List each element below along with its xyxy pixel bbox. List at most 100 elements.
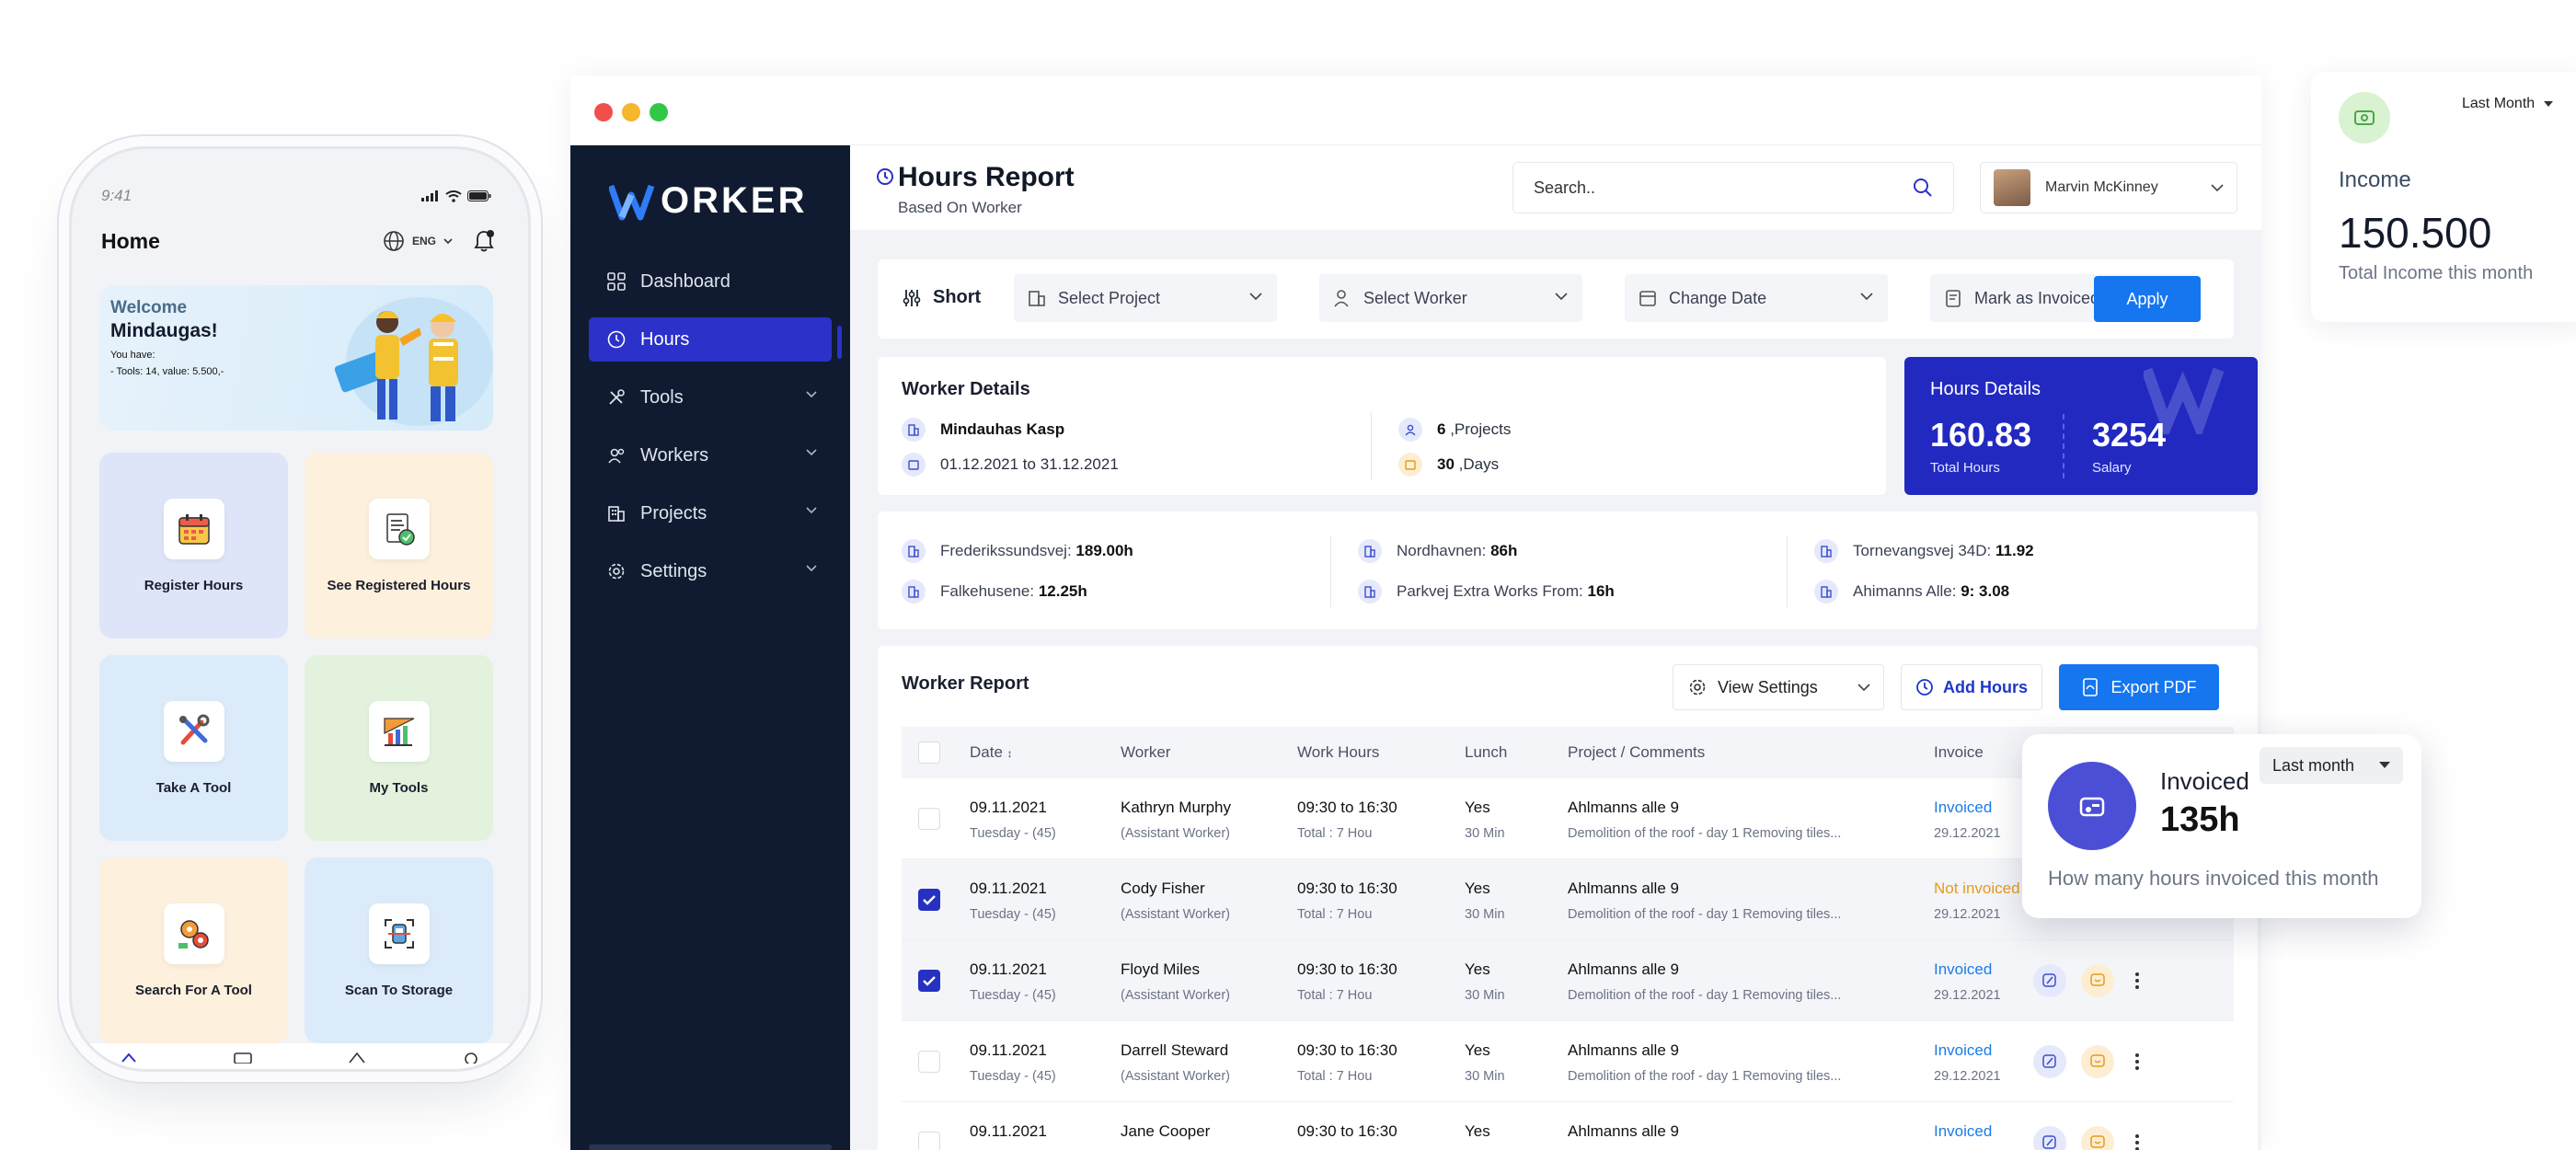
- project-name: Nordhavnen:: [1397, 542, 1487, 559]
- window-titlebar: [570, 75, 2261, 145]
- tile-scan-to-storage[interactable]: Scan To Storage: [305, 857, 493, 1043]
- more-options-icon[interactable]: [2134, 972, 2140, 990]
- building-icon: [1358, 539, 1382, 563]
- search-nav-icon[interactable]: [461, 1051, 481, 1064]
- search-input[interactable]: Search..: [1512, 162, 1954, 213]
- sidebar-item-projects[interactable]: Projects: [589, 491, 832, 535]
- row-checkbox[interactable]: [918, 1132, 940, 1150]
- search-icon[interactable]: [1913, 178, 1933, 198]
- row-worker: Kathryn Murphy: [1121, 799, 1231, 816]
- total-hours-value: 160.83: [1930, 416, 2032, 454]
- row-total-hours: Total : 7 Hou: [1297, 988, 1373, 1003]
- building-icon: [902, 580, 926, 604]
- chevron-down-icon: [443, 237, 453, 244]
- days-label: ,Days: [1458, 455, 1500, 473]
- sidebar-item-hours[interactable]: Hours: [589, 317, 832, 362]
- tile-register-hours[interactable]: Register Hours: [99, 453, 288, 638]
- edit-button[interactable]: [2033, 1126, 2066, 1150]
- building-icon: [1814, 539, 1838, 563]
- comment-icon: [2090, 973, 2105, 986]
- invoiced-range-dropdown[interactable]: Last month: [2260, 747, 2403, 784]
- comment-icon: [2090, 1054, 2105, 1067]
- worker-logo: ORKER: [609, 180, 807, 222]
- row-lunch: Yes: [1465, 960, 1490, 978]
- row-day: Tuesday - (45): [970, 907, 1056, 922]
- calendar-icon: [1639, 291, 1656, 306]
- project-hours-item: Parkvej Extra Works From: 16h: [1358, 580, 1615, 604]
- filter-bar: Short Select Project Select Worker Chang…: [878, 259, 2234, 339]
- select-project-label: Select Project: [1058, 288, 1161, 307]
- row-checkbox[interactable]: [918, 889, 940, 911]
- language-selector[interactable]: ENG: [383, 230, 453, 252]
- sidebar-item-dashboard[interactable]: Dashboard: [589, 259, 832, 304]
- select-project-dropdown[interactable]: Select Project: [1014, 274, 1277, 322]
- row-checkbox[interactable]: [918, 970, 940, 992]
- tile-take-a-tool[interactable]: Take A Tool: [99, 655, 288, 841]
- grid-icon: [607, 272, 626, 291]
- sidebar-item-tools[interactable]: Tools: [589, 375, 832, 420]
- sidebar-scrollbar[interactable]: [589, 1144, 832, 1150]
- phone-tile-grid: Register Hours See Registered Hours Take…: [99, 453, 493, 1043]
- chevron-down-icon: [806, 449, 817, 456]
- view-settings-dropdown[interactable]: View Settings: [1673, 664, 1884, 710]
- row-checkbox[interactable]: [918, 1051, 940, 1073]
- avatar: [1994, 169, 2030, 206]
- page-subtitle: Based On Worker: [898, 199, 1022, 216]
- maximize-window-button[interactable]: [650, 103, 668, 121]
- apply-button[interactable]: Apply: [2094, 276, 2201, 322]
- row-checkbox[interactable]: [918, 808, 940, 830]
- building-icon: [1358, 580, 1382, 604]
- home-icon[interactable]: [119, 1051, 139, 1064]
- user-menu[interactable]: Marvin McKinney: [1980, 162, 2237, 213]
- row-invoice-status: Invoiced: [1934, 1041, 1993, 1059]
- close-window-button[interactable]: [594, 103, 613, 121]
- divider: [1371, 412, 1372, 480]
- column-header-worker: Worker: [1121, 743, 1171, 761]
- edit-button[interactable]: [2033, 1045, 2066, 1078]
- row-lunch: Yes: [1465, 799, 1490, 816]
- column-header-date[interactable]: Date ↕: [970, 743, 1013, 762]
- phone-page-title: Home: [101, 228, 160, 253]
- more-options-icon[interactable]: [2134, 1133, 2140, 1150]
- edit-icon: [2042, 973, 2056, 987]
- project-hours-value: 86h: [1490, 542, 1518, 559]
- project-hours-value: 9: 3.08: [1961, 582, 2010, 600]
- sidebar-item-workers[interactable]: Workers: [589, 433, 832, 477]
- select-worker-dropdown[interactable]: Select Worker: [1319, 274, 1582, 322]
- tile-search-for-a-tool[interactable]: Search For A Tool: [99, 857, 288, 1043]
- add-hours-button[interactable]: Add Hours: [1901, 664, 2042, 710]
- table-row[interactable]: 09.11.2021 Tuesday - (45) Darrell Steward (…: [902, 1021, 2234, 1102]
- comment-button[interactable]: [2081, 964, 2114, 997]
- change-date-dropdown[interactable]: Change Date: [1625, 274, 1888, 322]
- export-pdf-button[interactable]: Export PDF: [2059, 664, 2219, 710]
- globe-icon: [384, 231, 404, 251]
- user-icon: [1398, 418, 1422, 442]
- divider: [1330, 535, 1331, 607]
- more-options-icon[interactable]: [2134, 1052, 2140, 1071]
- project-name: Ahimanns Alle:: [1853, 582, 1957, 600]
- active-indicator: [837, 326, 842, 359]
- notification-button[interactable]: [473, 229, 495, 253]
- invoiced-range-label: Last month: [2272, 755, 2355, 775]
- worker-details-title: Worker Details: [902, 379, 1030, 399]
- building-icon: [608, 506, 625, 522]
- tile-my-tools[interactable]: My Tools: [305, 655, 493, 841]
- sort-label[interactable]: Short: [902, 287, 981, 308]
- row-work-hours: 09:30 to 16:30: [1297, 1122, 1397, 1140]
- minimize-window-button[interactable]: [622, 103, 640, 121]
- project-hours-item: Frederikssundsvej: 189.00h: [902, 539, 1133, 563]
- edit-button[interactable]: [2033, 964, 2066, 997]
- row-comment: Demolition of the roof - day 1 Removing …: [1568, 988, 1842, 1003]
- comment-button[interactable]: [2081, 1045, 2114, 1078]
- worker-name-row: Mindauhas Kasp: [902, 418, 1064, 442]
- calendar-nav-icon[interactable]: [233, 1051, 253, 1064]
- tile-see-registered-hours[interactable]: See Registered Hours: [305, 453, 493, 638]
- comment-button[interactable]: [2081, 1126, 2114, 1150]
- row-lunch-minutes: 30 Min: [1465, 826, 1505, 841]
- tools-nav-icon[interactable]: [347, 1051, 367, 1064]
- sidebar-item-settings[interactable]: Settings: [589, 549, 832, 593]
- income-range-dropdown[interactable]: Last Month: [2462, 96, 2554, 112]
- table-row[interactable]: 09.11.2021 Jane Cooper 09:30 to 16:30 Yes Ah…: [902, 1102, 2234, 1150]
- table-row[interactable]: 09.11.2021 Tuesday - (45) Floyd Miles (Assi…: [902, 940, 2234, 1021]
- select-all-checkbox[interactable]: [918, 742, 940, 764]
